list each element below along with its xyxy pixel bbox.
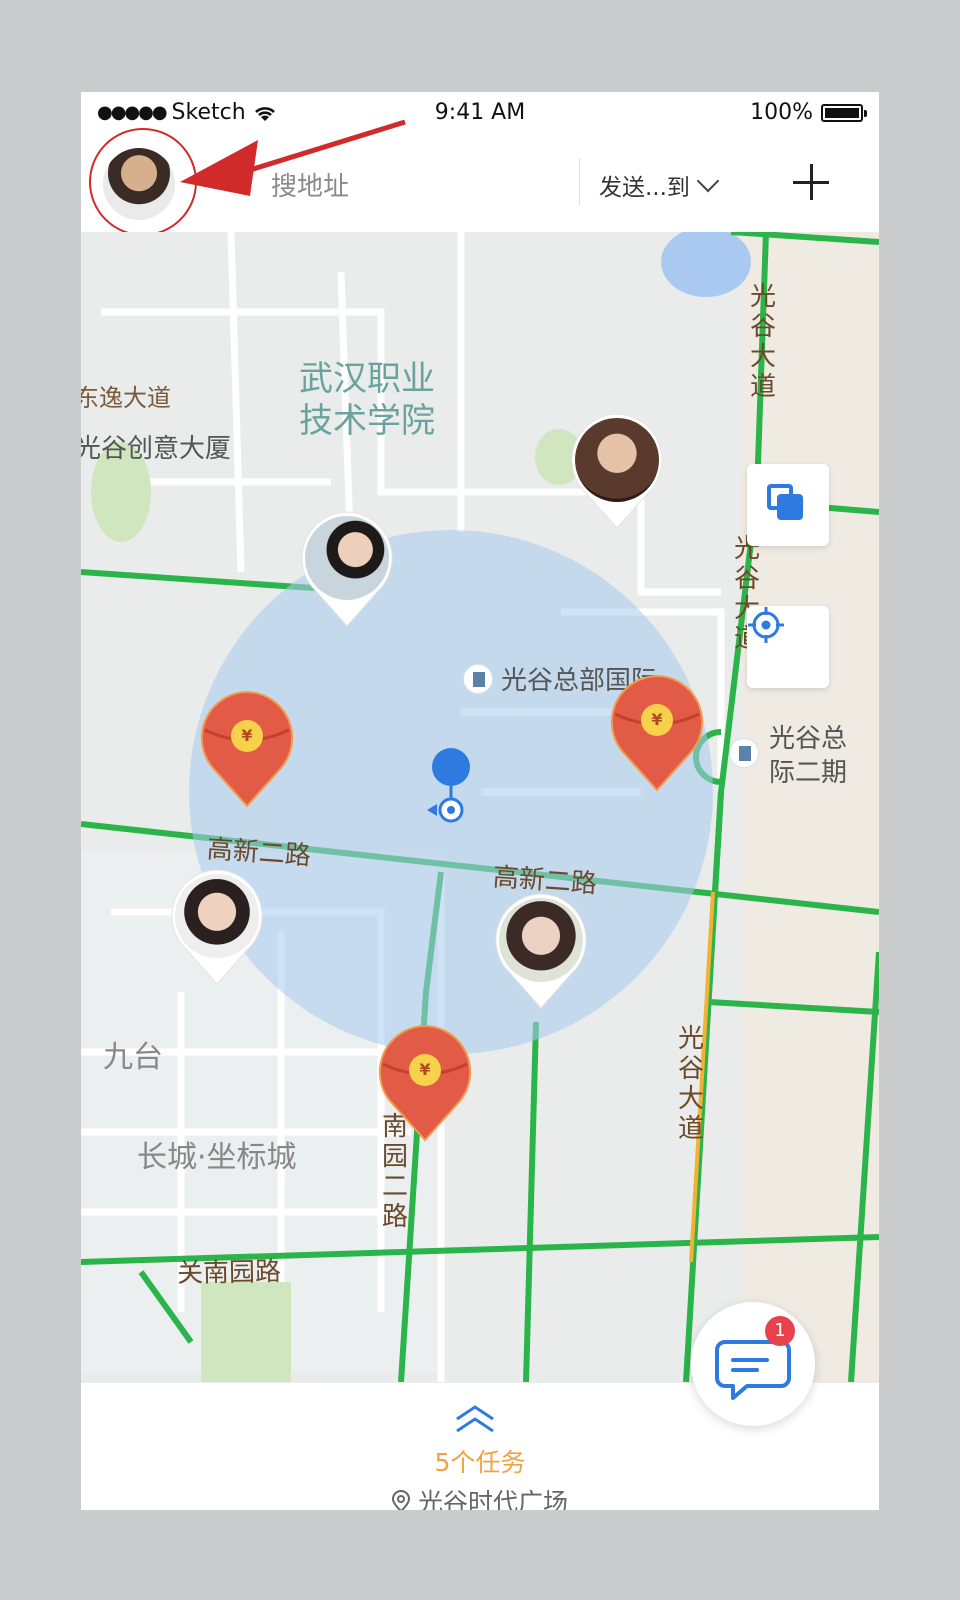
poi-creative-building[interactable]: 光谷创意大厦 xyxy=(81,428,231,465)
user-avatar[interactable] xyxy=(103,148,175,220)
location-pin-icon xyxy=(391,1490,410,1510)
send-to-label: 发送...到 xyxy=(599,175,690,201)
location-label: 光谷时代广场 xyxy=(417,1488,568,1510)
layers-button[interactable] xyxy=(747,464,829,546)
building-icon xyxy=(729,738,759,768)
yuan-coin-icon: ¥ xyxy=(409,1054,441,1086)
map-view[interactable]: 武汉职业 技术学院 东逸大道 光谷创意大厦 光谷总部国际 光谷总 际二期 九台 … xyxy=(81,232,879,1382)
red-packet-pin[interactable]: ¥ xyxy=(199,690,295,808)
add-icon[interactable] xyxy=(791,162,831,202)
unread-badge: 1 xyxy=(765,1316,795,1346)
crosshair-icon xyxy=(748,607,784,643)
road-label-guanggu-top: 光谷大道 xyxy=(749,282,776,402)
chevron-down-icon xyxy=(696,169,720,193)
chat-bubble-icon xyxy=(715,1340,791,1400)
road-label-guannanyuan: 关南园路 xyxy=(176,1257,282,1289)
user-pin[interactable] xyxy=(299,510,395,628)
top-nav: 搜地址 发送...到 xyxy=(81,128,879,236)
building-icon xyxy=(463,664,493,694)
battery-icon xyxy=(821,103,867,122)
status-bar: ●●●●● Sketch 9:41 AM 100% xyxy=(81,92,879,136)
poi-changcheng[interactable]: 长城·坐标城 xyxy=(137,1132,297,1176)
current-location[interactable]: 光谷时代广场 xyxy=(81,1483,879,1510)
yuan-coin-icon: ¥ xyxy=(641,704,673,736)
send-to-dropdown[interactable]: 发送...到 xyxy=(599,168,720,202)
search-input[interactable]: 搜地址 xyxy=(271,166,349,203)
battery-group: 100% xyxy=(750,100,867,125)
locate-button[interactable] xyxy=(747,606,829,688)
road-label-gaoxin-left: 高新二路 xyxy=(205,834,312,872)
user-face-avatar xyxy=(175,874,259,958)
user-face-avatar xyxy=(575,418,659,502)
divider xyxy=(579,158,580,206)
user-face-avatar xyxy=(499,898,583,982)
layers-icon xyxy=(767,484,803,520)
red-packet-pin[interactable]: ¥ xyxy=(609,674,705,792)
user-pin[interactable] xyxy=(169,868,265,986)
road-label-guanggu-bottom: 光谷大道 xyxy=(677,1024,704,1144)
poi-dongyi[interactable]: 东逸大道 xyxy=(81,378,171,413)
poi-school[interactable]: 武汉职业 技术学院 xyxy=(299,358,435,442)
yuan-coin-icon: ¥ xyxy=(231,720,263,752)
red-packet-pin[interactable]: ¥ xyxy=(377,1024,473,1142)
phone-screen: ●●●●● Sketch 9:41 AM 100% 搜地址 发送...到 武汉职… xyxy=(81,92,879,1510)
tasks-count[interactable]: 5个任务 xyxy=(81,1443,879,1479)
user-face-avatar xyxy=(305,516,389,600)
poi-jiutai[interactable]: 九台 xyxy=(103,1032,163,1076)
battery-percent: 100% xyxy=(750,100,813,125)
chat-button[interactable]: 1 xyxy=(691,1302,815,1426)
user-pin[interactable] xyxy=(493,892,589,1010)
user-pin[interactable] xyxy=(569,412,665,530)
chevron-up-icon[interactable] xyxy=(451,1405,499,1435)
poi-hq-phase2[interactable]: 光谷总 际二期 xyxy=(769,722,847,790)
